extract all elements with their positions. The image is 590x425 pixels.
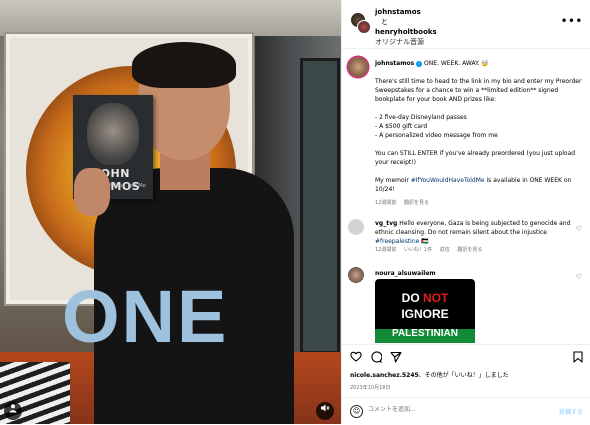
hashtag-link[interactable]: #freepalestine [375,238,419,245]
comments-scroll[interactable]: johnstamos ✓ ONE. WEEK. AWAY. 🤯 There's … [342,49,590,343]
scene-ceiling [0,0,341,36]
header-text: johnstamos と henryholtbooks オリジナル音源 [375,7,437,47]
likes-text[interactable]: 、その他が「いいね！」しました [419,372,509,379]
comment-likes[interactable]: いいね！1件 [404,247,432,253]
comment: vg_tvg Hello everyone, Gaza is being sub… [348,219,586,265]
hashtag-link[interactable]: #IfYouWouldHaveToldMe [411,177,485,184]
caption-body: johnstamos ✓ ONE. WEEK. AWAY. 🤯 There's … [375,59,585,207]
caption-meta: 12週間前 翻訳を見る [375,199,585,207]
caption-para2: You can STILL ENTER if you've already pr… [375,150,576,166]
person-icon[interactable] [4,402,22,420]
scene-door [300,58,340,354]
caption-para3: My memoir #IfYouWouldHaveToldMe is avail… [375,176,585,194]
action-bar [342,344,590,365]
image-text-line2: IGNORE [401,307,449,321]
caption-text: My memoir [375,177,411,184]
more-horizontal-icon[interactable]: ••• [561,16,583,27]
caption-list-item: - A $500 gift card [375,123,428,130]
header-connector: と [381,18,388,26]
caption-para1: There's still time to head to the link i… [375,78,582,103]
paper-plane-icon[interactable] [390,351,402,365]
caption-headline: ONE. WEEK. AWAY. 🤯 [424,60,489,67]
comment-body: vg_tvg Hello everyone, Gaza is being sub… [375,219,575,254]
post-side-panel: johnstamos と henryholtbooks オリジナル音源 ••• … [341,0,590,424]
flag-emoji: 🇵🇸 [421,238,429,245]
post-date[interactable]: 2023年10月18日 [350,384,390,391]
comment-body: noura_alsuwailem [375,269,575,278]
bookmark-icon[interactable] [573,351,583,365]
image-text: DO [401,291,423,305]
comment: noura_alsuwailem ♡ DO NOT IGNORE PALESTI… [348,267,586,343]
likes-summary: nicole.sanchez.5245、その他が「いいね！」しました [350,372,509,380]
comment-bar: ☺ 投稿する [342,397,590,425]
translate-link[interactable]: 翻訳を見る [404,200,429,206]
comment-image[interactable]: DO NOT IGNORE PALESTINIAN [375,279,475,343]
comment-icon[interactable] [370,351,383,365]
header-user1[interactable]: johnstamos [375,7,437,17]
liker-username[interactable]: nicole.sanchez.5245 [350,372,419,379]
overlay-text: ONE [62,275,229,358]
comment-time[interactable]: 12週間前 [375,247,396,253]
post-media[interactable]: JOHN STAMOS If You Would Have Told Me ON… [0,0,341,424]
translate-link[interactable]: 翻訳を見る [457,247,482,253]
avatar [357,20,371,34]
comment-text: Hello everyone, Gaza is being subjected … [375,220,571,236]
verified-icon: ✓ [416,60,423,67]
heart-icon[interactable] [350,351,362,364]
avatar[interactable] [348,57,368,77]
header-user2[interactable]: henryholtbooks [375,27,437,37]
post-header: johnstamos と henryholtbooks オリジナル音源 ••• [342,0,590,49]
reply-button[interactable]: 返信 [440,247,450,253]
audio-label[interactable]: オリジナル音源 [375,37,437,47]
comment-meta: 12週間前 いいね！1件 返信 翻訳を見る [375,246,575,254]
comment-input[interactable] [368,406,528,413]
image-text-line3: PALESTINIAN [392,328,458,339]
man-hand [74,168,110,216]
image-text-red: NOT [423,291,449,305]
man-hair [132,42,236,88]
instagram-post-window: JOHN STAMOS If You Would Have Told Me ON… [0,0,590,424]
caption-username[interactable]: johnstamos [375,60,414,67]
caption-list: - 2 five-day Disneyland passes - A $500 … [375,113,585,140]
avatar[interactable] [348,267,364,283]
caption-time[interactable]: 12週間前 [375,200,396,206]
heart-icon[interactable]: ♡ [576,225,582,233]
speaker-muted-icon[interactable] [316,402,334,420]
caption-list-item: - A personalized video message from me [375,132,498,139]
avatar[interactable] [348,219,364,235]
comment-username[interactable]: noura_alsuwailem [375,270,436,277]
book-cover-portrait [87,103,139,165]
comment-username[interactable]: vg_tvg [375,220,397,227]
image-text-line1: DO NOT [375,291,475,305]
heart-icon[interactable]: ♡ [576,273,582,281]
collab-avatars[interactable] [350,12,371,36]
caption-list-item: - 2 five-day Disneyland passes [375,114,467,121]
emoji-icon[interactable]: ☺ [350,405,363,418]
post-button[interactable]: 投稿する [559,407,583,416]
